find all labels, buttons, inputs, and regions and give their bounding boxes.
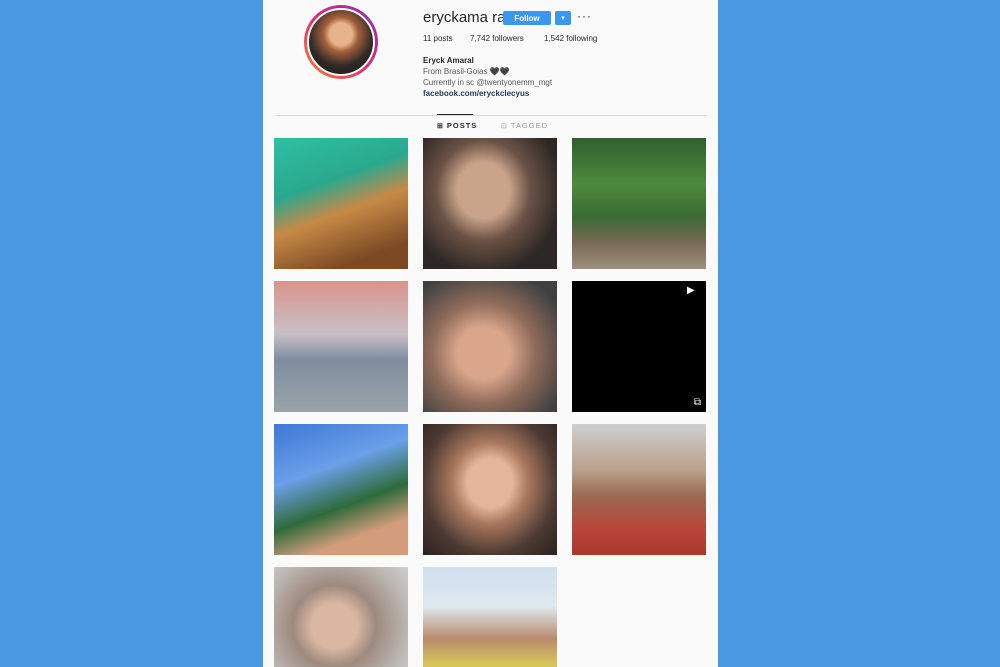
post-thumbnail[interactable] <box>274 138 408 269</box>
posts-count: 11 posts <box>423 34 453 43</box>
following-count[interactable]: 1,542 following <box>544 34 597 43</box>
more-options-icon[interactable]: ··· <box>577 9 592 23</box>
post-thumbnail-video[interactable]: ▶ ⧉ <box>572 281 706 412</box>
divider <box>275 115 707 116</box>
full-name: Eryck Amaral <box>423 56 474 65</box>
followers-count[interactable]: 7,742 followers <box>470 34 524 43</box>
tab-tagged[interactable]: ⊡ TAGGED <box>501 121 548 130</box>
post-thumbnail[interactable] <box>274 281 408 412</box>
bio-line: From Brasil-Goias 🖤🖤 <box>423 67 510 76</box>
post-thumbnail[interactable] <box>423 281 557 412</box>
chevron-down-icon: ▾ <box>561 15 565 22</box>
avatar[interactable] <box>304 5 378 79</box>
tab-label: POSTS <box>446 121 478 130</box>
post-thumbnail[interactable] <box>572 424 706 555</box>
post-thumbnail[interactable] <box>423 567 557 667</box>
post-thumbnail[interactable] <box>572 138 706 269</box>
multi-post-icon: ⧉ <box>693 397 701 408</box>
profile-page: eryckama ral Follow ▾ ··· 11 posts 7,742… <box>263 0 718 667</box>
tab-label: TAGGED <box>510 121 548 130</box>
grid-icon: ⊞ <box>437 122 444 130</box>
profile-link[interactable]: facebook.com/eryckclecyus <box>423 88 552 99</box>
username: eryckama ral <box>423 9 509 26</box>
follow-button[interactable]: Follow <box>503 11 551 25</box>
tag-icon: ⊡ <box>501 122 508 130</box>
active-tab-indicator <box>437 114 473 115</box>
post-thumbnail[interactable] <box>274 567 408 667</box>
follow-options-button[interactable]: ▾ <box>555 11 571 25</box>
profile-bio: Eryck Amaral From Brasil-Goias 🖤🖤 Curren… <box>423 55 552 99</box>
post-thumbnail[interactable] <box>423 138 557 269</box>
post-thumbnail[interactable] <box>423 424 557 555</box>
bio-line: Currently in sc @twentyonemm_mgt <box>423 78 553 87</box>
video-icon: ▶ <box>687 285 695 296</box>
avatar-image <box>307 8 375 76</box>
tab-posts[interactable]: ⊞ POSTS <box>437 121 477 130</box>
post-thumbnail[interactable] <box>274 424 408 555</box>
